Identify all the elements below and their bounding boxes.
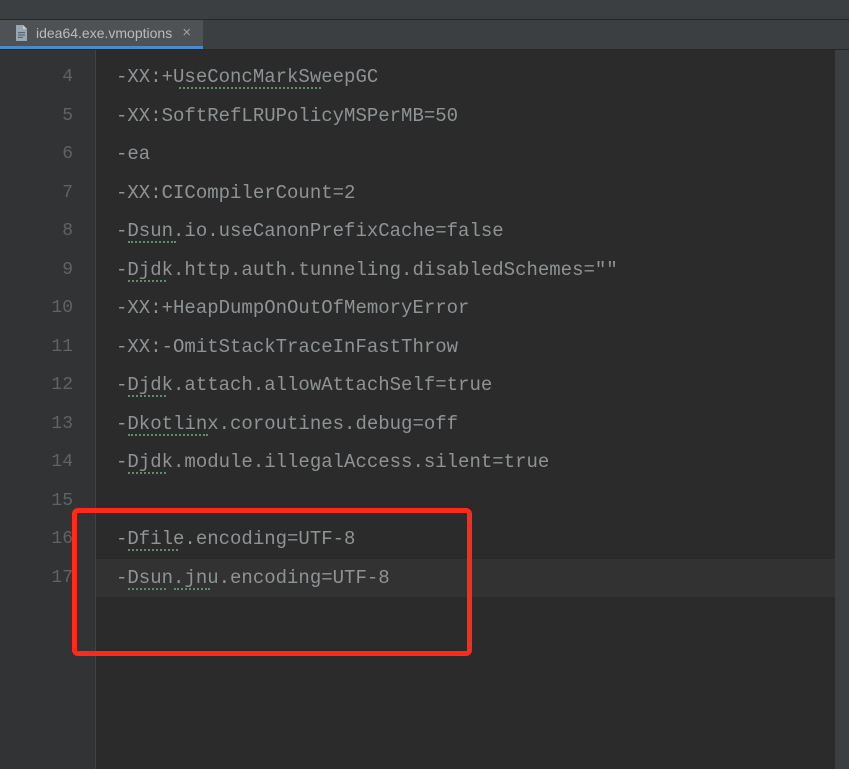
line-number: 6 (0, 135, 95, 174)
line-number: 17 (0, 559, 95, 598)
editor-area: 4567891011121314151617 -XX:+UseConcMarkS… (0, 50, 849, 769)
code-line[interactable]: -XX:-OmitStackTraceInFastThrow (96, 328, 849, 367)
code-line[interactable]: -XX:SoftRefLRUPolicyMSPerMB=50 (96, 97, 849, 136)
line-number: 4 (0, 58, 95, 97)
line-number: 11 (0, 328, 95, 367)
code-line[interactable]: -Djdk.http.auth.tunneling.disabledScheme… (96, 251, 849, 290)
file-tab[interactable]: idea64.exe.vmoptions × (0, 20, 203, 49)
line-number: 15 (0, 482, 95, 521)
title-bar (0, 0, 849, 20)
code-line[interactable]: -Djdk.attach.allowAttachSelf=true (96, 366, 849, 405)
scrollbar[interactable] (835, 50, 849, 769)
code-line[interactable]: -Dsun.io.useCanonPrefixCache=false (96, 212, 849, 251)
line-number: 16 (0, 520, 95, 559)
line-number: 8 (0, 212, 95, 251)
close-icon[interactable]: × (180, 26, 193, 41)
code-line[interactable]: -Dfile.encoding=UTF-8 (96, 520, 849, 559)
code-line[interactable] (96, 482, 849, 521)
tab-filename: idea64.exe.vmoptions (36, 25, 172, 41)
line-number: 5 (0, 97, 95, 136)
line-number: 12 (0, 366, 95, 405)
code-line[interactable]: -XX:+UseConcMarkSweepGC (96, 58, 849, 97)
line-number: 7 (0, 174, 95, 213)
line-number: 10 (0, 289, 95, 328)
code-line[interactable]: -ea (96, 135, 849, 174)
code-line[interactable]: -Djdk.module.illegalAccess.silent=true (96, 443, 849, 482)
code-line[interactable]: -XX:CICompilerCount=2 (96, 174, 849, 213)
code-line[interactable]: -Dsun.jnu.encoding=UTF-8 (96, 559, 849, 598)
line-number: 14 (0, 443, 95, 482)
file-icon (14, 25, 28, 41)
code-line[interactable]: -XX:+HeapDumpOnOutOfMemoryError (96, 289, 849, 328)
code-area[interactable]: -XX:+UseConcMarkSweepGC-XX:SoftRefLRUPol… (96, 50, 849, 769)
code-line[interactable]: -Dkotlinx.coroutines.debug=off (96, 405, 849, 444)
line-number: 13 (0, 405, 95, 444)
editor-tab-bar: idea64.exe.vmoptions × (0, 20, 849, 50)
line-gutter: 4567891011121314151617 (0, 50, 96, 769)
line-number: 9 (0, 251, 95, 290)
